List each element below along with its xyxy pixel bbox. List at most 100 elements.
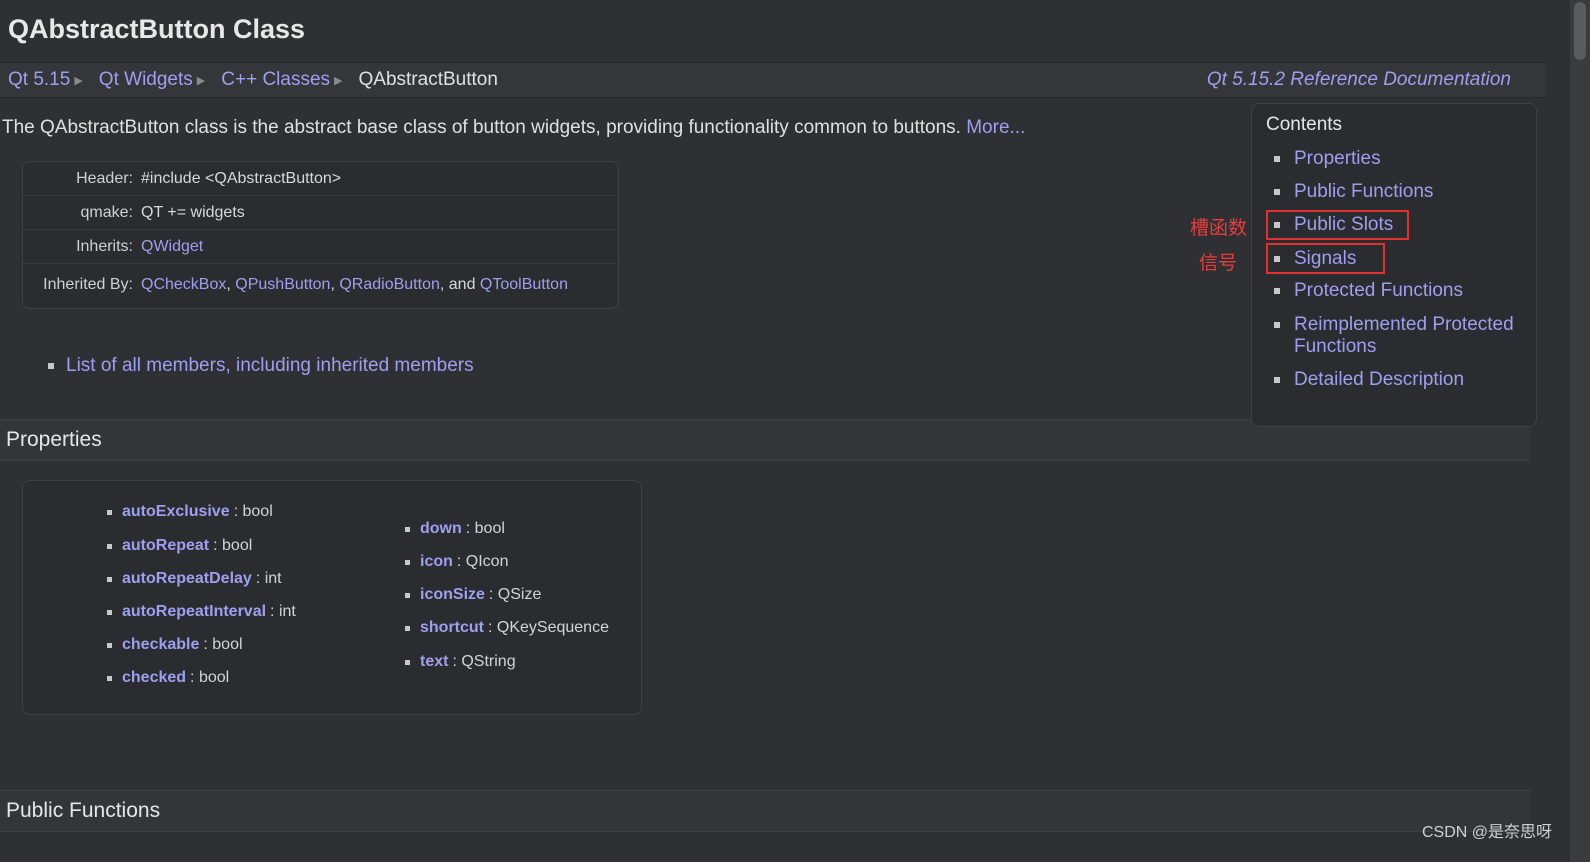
qtoolbutton-link[interactable]: QToolButton <box>480 276 568 293</box>
property-item: autoRepeatDelay: int <box>107 570 282 588</box>
bullet-icon <box>48 363 54 369</box>
bullet-icon <box>1274 322 1280 328</box>
bullet-icon <box>107 576 112 582</box>
property-type: : bool <box>213 537 253 554</box>
info-label: qmake: <box>80 203 133 221</box>
more-link[interactable]: More... <box>966 117 1025 138</box>
info-row-qmake: qmake: QT += widgets <box>23 196 618 230</box>
property-type: : int <box>270 603 296 620</box>
class-info-table: Header: #include <QAbstractButton> qmake… <box>22 161 619 309</box>
property-item: icon: QIcon <box>405 553 508 571</box>
property-link[interactable]: text <box>420 653 448 671</box>
chevron-right-icon: ▶ <box>334 74 343 87</box>
separator: , <box>226 276 231 293</box>
property-item: down: bool <box>405 520 505 538</box>
bullet-icon <box>405 559 410 565</box>
toc-link[interactable]: Protected Functions <box>1294 280 1463 302</box>
toc-item-detailed-description: Detailed Description <box>1274 369 1464 391</box>
property-item: checked: bool <box>107 669 229 687</box>
property-link[interactable]: checked <box>122 669 186 687</box>
bullet-icon <box>1274 156 1280 162</box>
property-item: autoRepeat: bool <box>107 537 252 555</box>
scrollbar-thumb[interactable] <box>1574 2 1586 60</box>
toc-item-public-functions: Public Functions <box>1274 181 1433 203</box>
toc-link[interactable]: Reimplemented Protected Functions <box>1294 314 1514 358</box>
breadcrumb: Qt 5.15 ▶ Qt Widgets ▶ C++ Classes ▶ QAbstr… <box>0 62 1545 98</box>
all-members-item: List of all members, including inherited… <box>48 355 474 377</box>
property-item: text: QString <box>405 653 516 671</box>
toc-item-properties: Properties <box>1274 148 1381 170</box>
toc-link[interactable]: Public Functions <box>1294 181 1433 203</box>
property-type: : bool <box>203 636 243 653</box>
bullet-icon <box>1274 377 1280 383</box>
property-item: shortcut: QKeySequence <box>405 619 609 637</box>
property-type: : bool <box>465 520 505 537</box>
inherited-by-list: QCheckBox, QPushButton, QRadioButton, an… <box>141 276 568 294</box>
breadcrumb-qt-widgets[interactable]: Qt Widgets <box>99 69 193 91</box>
intro-paragraph: The QAbstractButton class is the abstrac… <box>2 117 1025 139</box>
bullet-icon <box>405 526 410 532</box>
bullet-icon <box>107 609 112 615</box>
intro-text: The QAbstractButton class is the abstrac… <box>2 117 961 138</box>
property-type: : bool <box>190 669 230 686</box>
info-label: Header: <box>76 169 133 187</box>
chevron-right-icon: ▶ <box>74 74 83 87</box>
highlight-box-public-slots <box>1266 210 1409 240</box>
property-link[interactable]: checkable <box>122 636 199 654</box>
toc-link[interactable]: Properties <box>1294 148 1381 170</box>
property-item: autoExclusive: bool <box>107 503 273 521</box>
property-link[interactable]: autoRepeatDelay <box>122 570 252 588</box>
info-row-header: Header: #include <QAbstractButton> <box>23 162 618 196</box>
property-link[interactable]: down <box>420 520 462 538</box>
page-header: QAbstractButton Class <box>0 0 1550 62</box>
reference-doc-link[interactable]: Qt 5.15.2 Reference Documentation <box>1207 69 1511 91</box>
annotation-slots: 槽函数 <box>1190 218 1248 239</box>
page-title: QAbstractButton Class <box>8 14 306 44</box>
bullet-icon <box>107 543 112 549</box>
toc-link-line: Functions <box>1294 336 1377 357</box>
bullet-icon <box>107 509 112 515</box>
qpushbutton-link[interactable]: QPushButton <box>235 276 330 293</box>
bullet-icon <box>405 592 410 598</box>
chevron-right-icon: ▶ <box>196 74 206 87</box>
public-functions-section-header: Public Functions <box>0 790 1530 832</box>
separator: , and <box>439 276 476 293</box>
property-link[interactable]: autoRepeatInterval <box>122 603 266 621</box>
property-type: : int <box>255 570 282 587</box>
vertical-scrollbar[interactable] <box>1570 0 1590 862</box>
property-link[interactable]: shortcut <box>420 619 484 637</box>
annotation-signals: 信号 <box>1199 253 1238 274</box>
separator: , <box>330 276 335 293</box>
property-link[interactable]: autoRepeat <box>122 537 209 555</box>
info-row-inherits: Inherits: QWidget <box>23 230 618 264</box>
breadcrumb-cpp-classes[interactable]: C++ Classes <box>221 69 330 91</box>
section-title: Public Functions <box>6 799 161 822</box>
property-type: : QKeySequence <box>488 619 609 636</box>
bullet-icon <box>107 642 112 648</box>
property-link[interactable]: iconSize <box>420 586 485 604</box>
property-type: : QString <box>452 653 516 670</box>
property-link[interactable]: autoExclusive <box>122 503 230 521</box>
toc-link[interactable]: Detailed Description <box>1294 369 1464 391</box>
bullet-icon <box>405 659 410 665</box>
qradiobutton-link[interactable]: QRadioButton <box>339 276 440 293</box>
property-item: checkable: bool <box>107 636 243 654</box>
info-label: Inherits: <box>76 237 133 255</box>
qcheckbox-link[interactable]: QCheckBox <box>141 276 226 293</box>
breadcrumb-qt[interactable]: Qt 5.15 <box>8 69 70 91</box>
info-row-inherited-by: Inherited By: QCheckBox, QPushButton, QR… <box>23 264 618 306</box>
all-members-link[interactable]: List of all members, including inherited… <box>66 355 474 377</box>
property-link[interactable]: icon <box>420 553 453 571</box>
qwidget-link[interactable]: QWidget <box>141 238 203 256</box>
toc-link-line: Reimplemented Protected <box>1294 314 1514 335</box>
watermark: CSDN @是奈思呀 <box>1421 824 1552 841</box>
property-item: iconSize: QSize <box>405 586 541 604</box>
property-type: : QSize <box>488 586 542 603</box>
toc-item-reimplemented: Reimplemented Protected Functions <box>1274 314 1514 358</box>
property-item: autoRepeatInterval: int <box>107 603 296 621</box>
bullet-icon <box>1274 288 1280 294</box>
section-title: Properties <box>6 428 102 451</box>
toc-title: Contents <box>1266 114 1343 135</box>
breadcrumb-current: QAbstractButton <box>358 69 498 90</box>
property-type: : QIcon <box>456 553 509 570</box>
